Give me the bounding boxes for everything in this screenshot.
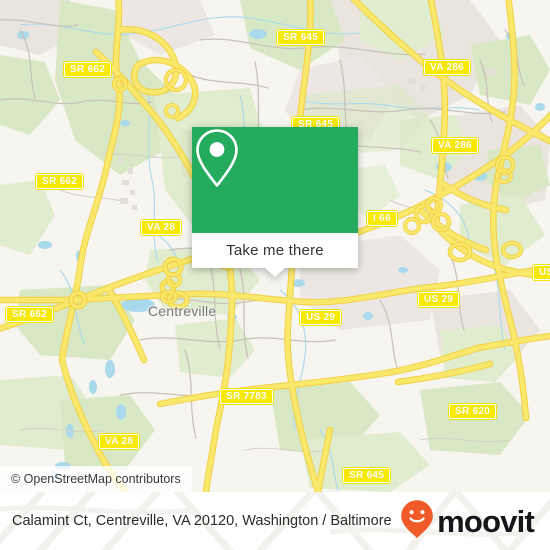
place-label-centreville: Centreville: [148, 303, 217, 319]
road-shield: SR 7783: [220, 389, 274, 404]
road-shield: SR 645: [277, 30, 325, 45]
road-shield: VA 286: [432, 138, 479, 153]
moovit-map-screenshot: .park { fill:#d9e8c4; } .park2 { fill:#d…: [0, 0, 550, 550]
road-shield: SR 620: [449, 404, 497, 419]
road-shield: VA 28: [99, 434, 140, 449]
popup-header: [192, 127, 358, 233]
road-shield: VA 286: [424, 60, 471, 75]
road-shield: US 29: [300, 310, 342, 325]
moovit-wordmark: moovit: [437, 503, 535, 539]
take-me-there-label: Take me there: [226, 242, 324, 259]
road-shield: SR 662: [36, 174, 84, 189]
road-shield: US 29: [418, 292, 460, 307]
moovit-brand[interactable]: moovit: [400, 499, 535, 544]
road-shield: US: [533, 265, 550, 280]
road-shield: SR 662: [6, 307, 54, 322]
moovit-smiley-pin-icon: [400, 499, 434, 544]
map-attribution: © OpenStreetMap contributors: [0, 466, 192, 492]
road-shield: SR 645: [343, 468, 391, 483]
road-shield: VA 28: [141, 220, 182, 235]
footer-content: Calamint Ct, Centreville, VA 20120, Wash…: [0, 492, 550, 550]
map-canvas[interactable]: .park { fill:#d9e8c4; } .park2 { fill:#d…: [0, 0, 550, 492]
page-footer: Calamint Ct, Centreville, VA 20120, Wash…: [0, 492, 550, 550]
destination-popup-card[interactable]: Take me there: [192, 127, 358, 277]
attribution-text: © OpenStreetMap contributors: [11, 472, 181, 486]
popup-pointer-tail: [265, 268, 285, 277]
popup-action-bar[interactable]: Take me there: [192, 233, 358, 277]
road-shield: SR 662: [64, 62, 112, 77]
location-title: Calamint Ct, Centreville, VA 20120, Wash…: [12, 512, 392, 529]
road-shield: I 66: [367, 211, 397, 226]
